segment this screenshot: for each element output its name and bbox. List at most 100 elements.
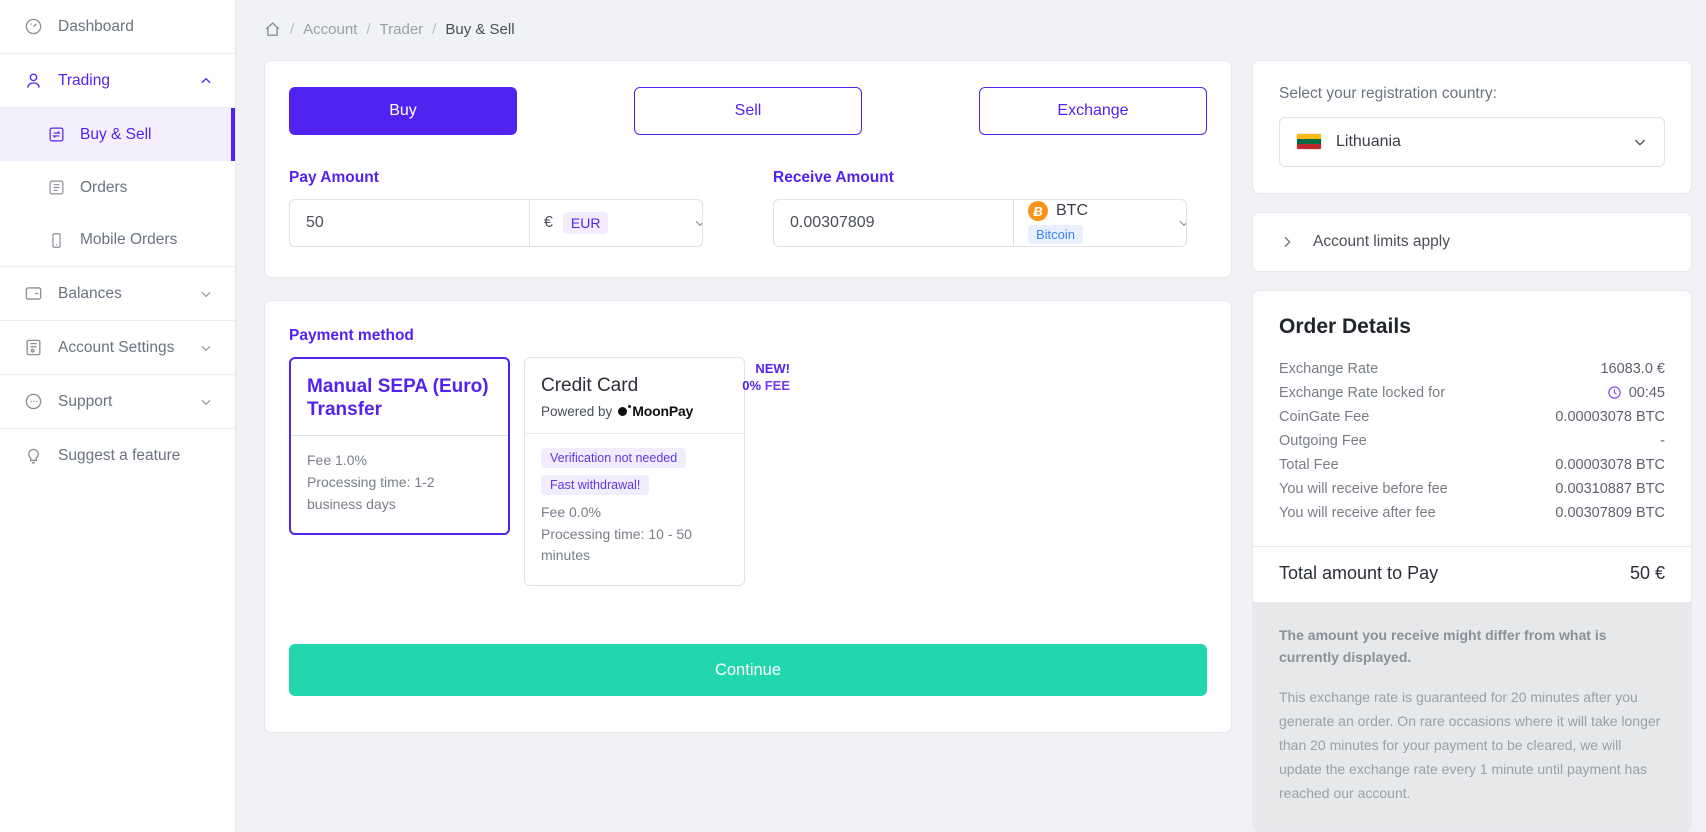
payment-method-body: Verification not needed Fast withdrawal!… [525,434,744,585]
order-details-body: Order Details Exchange Rate 16083.0 € Ex… [1253,291,1691,533]
order-row: Outgoing Fee - [1279,429,1665,453]
pay-amount-label: Pay Amount [289,168,379,186]
chevron-down-icon[interactable] [1177,216,1186,230]
breadcrumb-item-buy-and-sell: Buy & Sell [445,21,515,39]
payment-method-tag: Verification not needed [541,448,687,468]
moonpay-tick-icon [628,404,632,408]
sidebar-item-account-settings[interactable]: Account Settings [0,321,235,375]
sidebar-item-mobile-orders[interactable]: Mobile Orders [0,214,235,267]
breadcrumb-separator: / [290,21,295,39]
tab-exchange[interactable]: Exchange [979,86,1207,135]
payment-method-header: Manual SEPA (Euro) Transfer [291,359,508,437]
list-box-icon [46,178,66,198]
sidebar-item-label: Buy & Sell [80,125,152,143]
receive-coin-select[interactable]: Ƀ BTC Bitcoin [1013,199,1186,246]
order-row-value: 16083.0 € [1600,360,1665,377]
account-settings-icon [22,337,44,359]
moonpay-wordmark: MoonPay [632,403,694,419]
order-row-value: 0.00003078 BTC [1555,456,1665,473]
payment-method-credit-card[interactable]: NEW! 0% FEE Credit Card Powered by MoonP… [524,356,790,587]
sidebar-item-label: Dashboard [58,17,134,35]
sidebar-item-suggest-a-feature[interactable]: Suggest a feature [0,429,235,483]
payment-method-processing-time: Processing time: 1-2 business days [307,473,435,512]
registration-country-card: Select your registration country: Lithua… [1252,59,1692,194]
chevron-down-icon[interactable] [199,341,213,355]
pay-amount-row: € EUR [289,198,703,247]
chevron-down-icon[interactable] [693,216,702,230]
order-total-row: Total amount to Pay 50 € [1253,545,1691,602]
payment-method-body: Fee 1.0% Processing time: 1-2 business d… [291,436,508,533]
trade-column: Buy Sell Exchange Pay Amount 50 € EUR Re… [264,59,1232,734]
chevron-right-icon[interactable] [1279,234,1295,250]
account-limits-label: Account limits apply [1313,232,1450,250]
payment-method-fee: Fee 1.0% [307,452,367,469]
receive-amount-group: Receive Amount Ƀ BTC Bitcoin [773,169,1187,247]
pay-amount-input[interactable] [290,199,529,246]
pay-currency-select[interactable]: € EUR [529,199,702,246]
order-row-value-group: 00:45 [1607,385,1665,401]
sidebar-item-buy-and-sell[interactable]: Buy & Sell [0,108,235,161]
moonpay-dot-icon [618,406,628,416]
sidebar-item-trading[interactable]: Trading [0,54,235,108]
order-details-title: Order Details [1279,314,1411,338]
chevron-down-icon[interactable] [199,287,213,301]
chevron-up-icon[interactable] [199,74,213,88]
disclaimer-headline: The amount you receive might differ from… [1279,626,1607,666]
mobile-icon [46,230,66,250]
gauge-icon [22,16,44,38]
order-row-label: Exchange Rate [1279,360,1379,377]
lithuania-flag-icon [1296,133,1322,151]
home-icon[interactable] [264,21,281,38]
order-row: You will receive after fee 0.00307809 BT… [1279,501,1665,525]
payment-method-sepa[interactable]: Manual SEPA (Euro) Transfer Fee 1.0% Pro… [289,356,510,536]
continue-button[interactable]: Continue [289,644,1207,697]
content-area: Buy Sell Exchange Pay Amount 50 € EUR Re… [236,59,1706,832]
moonpay-logo-icon: MoonPay [618,403,693,419]
bitcoin-icon: Ƀ [1028,201,1048,222]
registration-country-select[interactable]: Lithuania [1279,116,1665,167]
breadcrumb-item-account[interactable]: Account [303,21,357,38]
tab-label: Exchange [1057,101,1129,119]
order-row: Exchange Rate locked for 00:45 [1279,381,1665,405]
coin-top-row: Ƀ BTC [1028,201,1186,222]
payment-method-header: Credit Card Powered by MoonPay [525,358,744,434]
receive-amount-label: Receive Amount [773,168,894,186]
pay-currency-code: EUR [562,211,609,234]
amount-fields: Pay Amount € EUR [289,169,1207,247]
ribbon-fee-word: FEE [764,378,790,394]
tab-sell[interactable]: Sell [634,86,862,135]
sidebar-item-dashboard[interactable]: Dashboard [0,0,235,54]
order-row: CoinGate Fee 0.00003078 BTC [1279,405,1665,429]
receive-amount-input[interactable] [774,199,1013,246]
order-row-label: Exchange Rate locked for [1279,384,1446,401]
user-icon [22,70,44,92]
registration-country-label: Select your registration country: [1279,84,1497,102]
sidebar-item-label: Orders [80,178,128,196]
order-row: Exchange Rate 16083.0 € [1279,357,1665,381]
euro-symbol-icon: € [544,213,553,231]
chevron-down-icon[interactable] [1632,134,1648,150]
sidebar-item-balances[interactable]: Balances [0,267,235,321]
account-limits-accordion[interactable]: Account limits apply [1252,211,1692,272]
sidebar-item-label: Trading [58,71,110,89]
chevron-down-icon[interactable] [199,395,213,409]
sidebar-item-orders[interactable]: Orders [0,161,235,214]
order-details-card: Order Details Exchange Rate 16083.0 € Ex… [1252,289,1692,832]
main-content: / Account / Trader / Buy & Sell Buy Sell [236,0,1706,832]
coin-ticker: BTC [1056,202,1088,220]
order-row-value: 00:45 [1628,384,1665,401]
breadcrumb-item-trader[interactable]: Trader [380,21,424,38]
payment-method-provider-row: Powered by MoonPay [541,403,728,419]
tab-buy[interactable]: Buy [289,86,517,135]
order-row-label: You will receive before fee [1279,480,1448,497]
sidebar-item-label: Account Settings [58,338,175,356]
wallet-icon [22,283,44,305]
tab-label: Sell [734,101,762,119]
sidebar-item-label: Support [58,392,113,410]
app-root: Dashboard Trading Buy & Sell Orders Mobi… [0,0,1706,832]
sidebar-item-support[interactable]: Support [0,375,235,429]
disclaimer-body: This exchange rate is guaranteed for 20 … [1279,688,1661,801]
powered-by-label: Powered by [541,403,613,419]
order-row-label: CoinGate Fee [1279,408,1370,425]
ribbon-new-label: NEW! [755,360,790,376]
